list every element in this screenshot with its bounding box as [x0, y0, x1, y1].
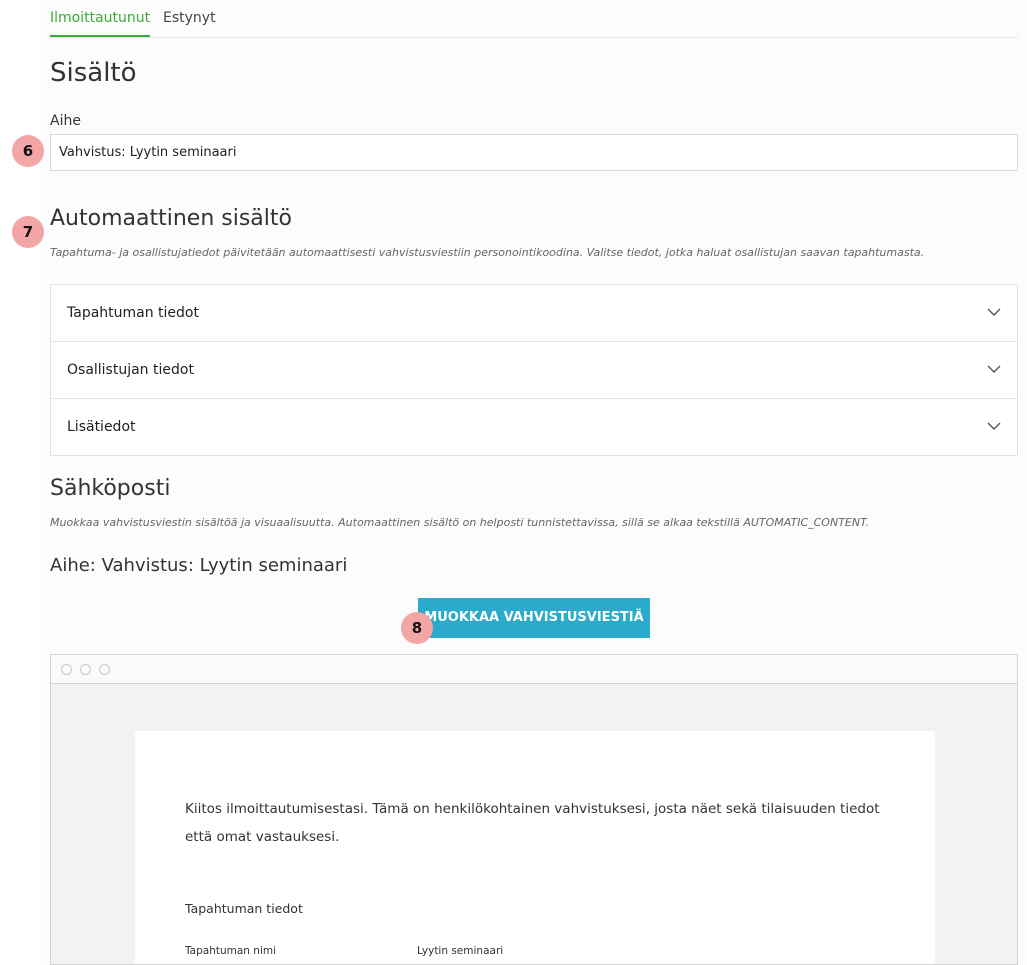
- accordion-additional-info[interactable]: Lisätiedot: [51, 399, 1017, 456]
- tab-registered[interactable]: Ilmoittautunut: [50, 10, 151, 37]
- email-preview-body: Kiitos ilmoittautumisestasi. Tämä on hen…: [135, 731, 935, 964]
- subject-label: Aihe: [50, 113, 81, 129]
- automatic-content-accordion: Tapahtuman tiedot Osallistujan tiedot Li…: [50, 284, 1018, 456]
- chevron-down-icon: [987, 308, 1001, 316]
- automatic-content-title: Automaattinen sisältö: [50, 206, 292, 231]
- accordion-participant-details[interactable]: Osallistujan tiedot: [51, 342, 1017, 399]
- email-row-key: Tapahtuman nimi: [185, 945, 277, 957]
- window-dot-icon: [99, 664, 110, 675]
- tab-cancelled[interactable]: Estynyt: [163, 10, 216, 35]
- preview-window-bar: [51, 655, 1017, 684]
- email-subject-line: Aihe: Vahvistus: Lyytin seminaari: [50, 555, 348, 576]
- email-intro-text: Kiitos ilmoittautumisestasi. Tämä on hen…: [185, 801, 880, 845]
- email-preview-window: Kiitos ilmoittautumisestasi. Tämä on hen…: [50, 654, 1018, 965]
- step-marker-7: 7: [12, 216, 44, 248]
- accordion-label: Tapahtuman tiedot: [67, 305, 199, 321]
- accordion-label: Osallistujan tiedot: [67, 362, 194, 378]
- email-description: Muokkaa vahvistusviestin sisältöä ja vis…: [50, 516, 870, 529]
- chevron-down-icon: [987, 422, 1001, 430]
- email-title: Sähköposti: [50, 476, 171, 501]
- edit-confirmation-button[interactable]: MUOKKAA VAHVISTUSVIESTIÄ: [418, 598, 650, 638]
- tab-bar: Ilmoittautunut Estynyt: [50, 0, 1018, 38]
- window-dot-icon: [61, 664, 72, 675]
- accordion-label: Lisätiedot: [67, 419, 136, 435]
- subject-input[interactable]: Vahvistus: Lyytin seminaari: [50, 134, 1018, 171]
- content-title: Sisältö: [50, 58, 137, 88]
- email-section-title: Tapahtuman tiedot: [185, 901, 303, 916]
- automatic-content-description: Tapahtuma- ja osallistujatiedot päivitet…: [50, 246, 925, 259]
- step-marker-8: 8: [401, 612, 433, 644]
- accordion-event-details[interactable]: Tapahtuman tiedot: [51, 285, 1017, 342]
- chevron-down-icon: [987, 365, 1001, 373]
- step-marker-6: 6: [12, 135, 44, 167]
- email-row-value: Lyytin seminaari: [417, 945, 504, 957]
- window-dot-icon: [80, 664, 91, 675]
